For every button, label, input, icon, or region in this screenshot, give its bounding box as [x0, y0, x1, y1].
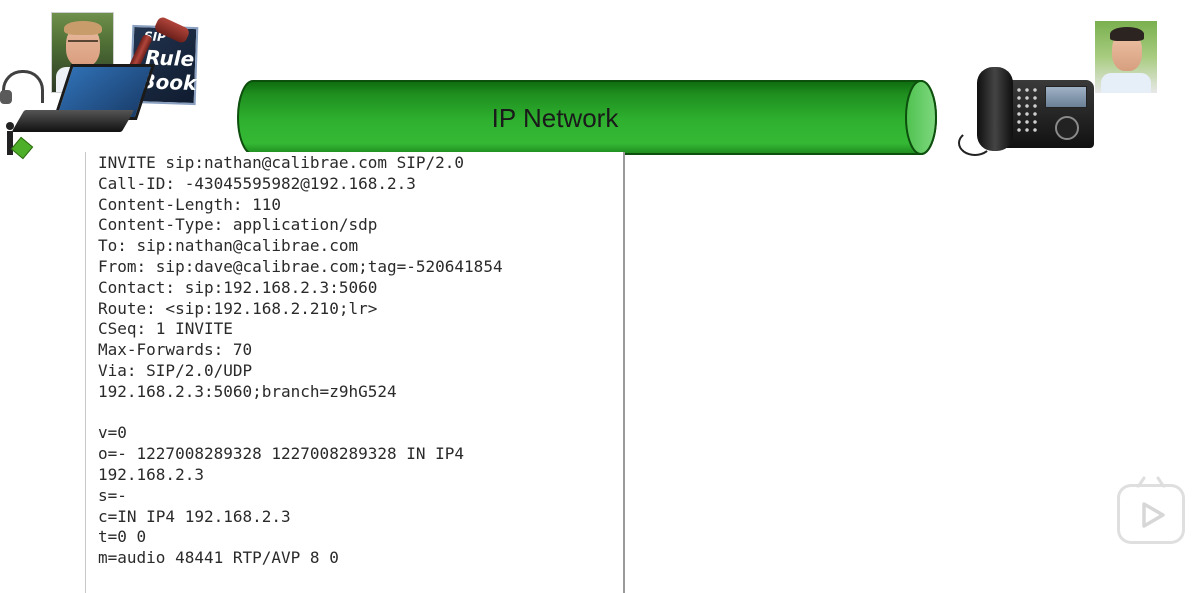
sip-message-line: o=- 1227008289328 1227008289328 IN IP4	[98, 444, 465, 464]
sip-message-line: 192.168.2.3:5060;branch=z9hG524	[98, 381, 397, 401]
sip-message-line: Route: <sip:192.168.2.210;lr>	[98, 298, 378, 318]
headset-earcup-icon	[0, 90, 12, 104]
sip-message-line: To: sip:nathan@calibrae.com	[98, 236, 359, 256]
laptop-keyboard-icon	[11, 110, 135, 132]
sip-message-line: Content-Length: 110	[98, 194, 282, 214]
sip-message-line: v=0	[98, 423, 127, 443]
sip-message-line: Contact: sip:192.168.2.3:5060	[98, 277, 378, 297]
phone-handset-icon	[977, 67, 1013, 151]
sip-message-line	[98, 403, 618, 424]
sip-message-line: Call-ID: -43045595982@192.168.2.3	[98, 173, 416, 193]
callee-avatar	[1095, 21, 1157, 93]
play-icon	[1142, 502, 1165, 528]
sip-message-line: s=-	[98, 485, 127, 505]
sip-message-line: c=IN IP4 192.168.2.3	[98, 506, 291, 526]
video-play-button[interactable]	[1117, 484, 1185, 544]
ip-network-label: IP Network	[491, 103, 619, 133]
phone-display-icon	[1045, 86, 1087, 108]
phone-keypad-icon	[1015, 86, 1041, 136]
sip-message-line: From: sip:dave@calibrae.com;tag=-5206418…	[98, 256, 503, 276]
phone-nav-button-icon	[1055, 116, 1079, 140]
sip-message-line: INVITE sip:nathan@calibrae.com SIP/2.0	[98, 153, 465, 172]
sip-message-line: Content-Type: application/sdp	[98, 215, 378, 235]
sip-message-line: m=audio 48441 RTP/AVP 8 0	[98, 548, 339, 568]
sip-message-line: 192.168.2.3	[98, 464, 204, 484]
sip-message-line: Via: SIP/2.0/UDP	[98, 360, 253, 380]
sip-message-line: CSeq: 1 INVITE	[98, 319, 233, 339]
sip-message-line: t=0 0	[98, 527, 147, 547]
sip-message-line: Max-Forwards: 70	[98, 340, 253, 360]
sip-message-text: INVITE sip:nathan@calibrae.com SIP/2.0 Ca…	[98, 153, 618, 569]
